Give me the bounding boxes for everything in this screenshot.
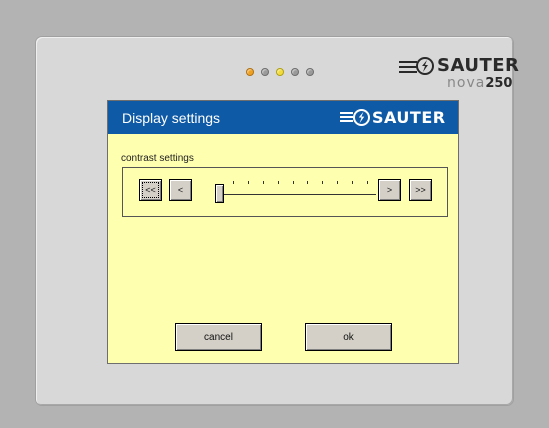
slider-tick — [292, 181, 294, 184]
titlebar-logo-bolt-icon — [353, 109, 370, 126]
fast-decrease-button[interactable]: << — [139, 179, 162, 201]
logo-brand-name: SAUTER — [437, 55, 520, 76]
status-led-5 — [306, 68, 314, 76]
ok-button[interactable]: ok — [305, 323, 392, 351]
status-led-1 — [246, 68, 254, 76]
fast-increase-button[interactable]: >> — [409, 179, 432, 201]
logo-bolt-icon — [416, 57, 434, 75]
slider-tick — [322, 181, 324, 184]
contrast-slider-track[interactable] — [224, 194, 376, 195]
decrease-button[interactable]: < — [169, 179, 192, 201]
increase-button[interactable]: > — [378, 179, 401, 201]
contrast-slider-thumb[interactable] — [215, 184, 224, 203]
contrast-settings-label: contrast settings — [121, 153, 194, 164]
status-led-3 — [276, 68, 284, 76]
display-settings-dialog: Display settings SAUTER contrast setting… — [107, 100, 459, 364]
slider-tick — [337, 181, 339, 184]
titlebar-logo: SAUTER — [340, 108, 456, 128]
logo-lines-icon — [399, 61, 417, 76]
slider-tick — [247, 181, 249, 184]
contrast-settings-group: << < > >> — [122, 167, 448, 217]
slider-tick — [233, 181, 234, 184]
status-led-2 — [261, 68, 269, 76]
titlebar-brand-name: SAUTER — [372, 108, 446, 127]
device-logo: SAUTER nova250 — [399, 55, 519, 93]
status-led-4 — [291, 68, 299, 76]
slider-tick — [352, 181, 354, 184]
cancel-button[interactable]: cancel — [175, 323, 262, 351]
slider-tick — [262, 181, 264, 184]
slider-tick — [367, 181, 368, 184]
slider-tick — [277, 181, 279, 184]
logo-product: nova250 — [447, 74, 512, 91]
logo-product-prefix: nova — [447, 75, 486, 91]
titlebar-logo-lines-icon — [340, 112, 353, 124]
dialog-titlebar: Display settings SAUTER — [108, 101, 458, 134]
dialog-title: Display settings — [122, 110, 221, 126]
status-leds — [246, 68, 314, 78]
logo-product-number: 250 — [485, 76, 513, 91]
slider-tick — [307, 181, 309, 184]
